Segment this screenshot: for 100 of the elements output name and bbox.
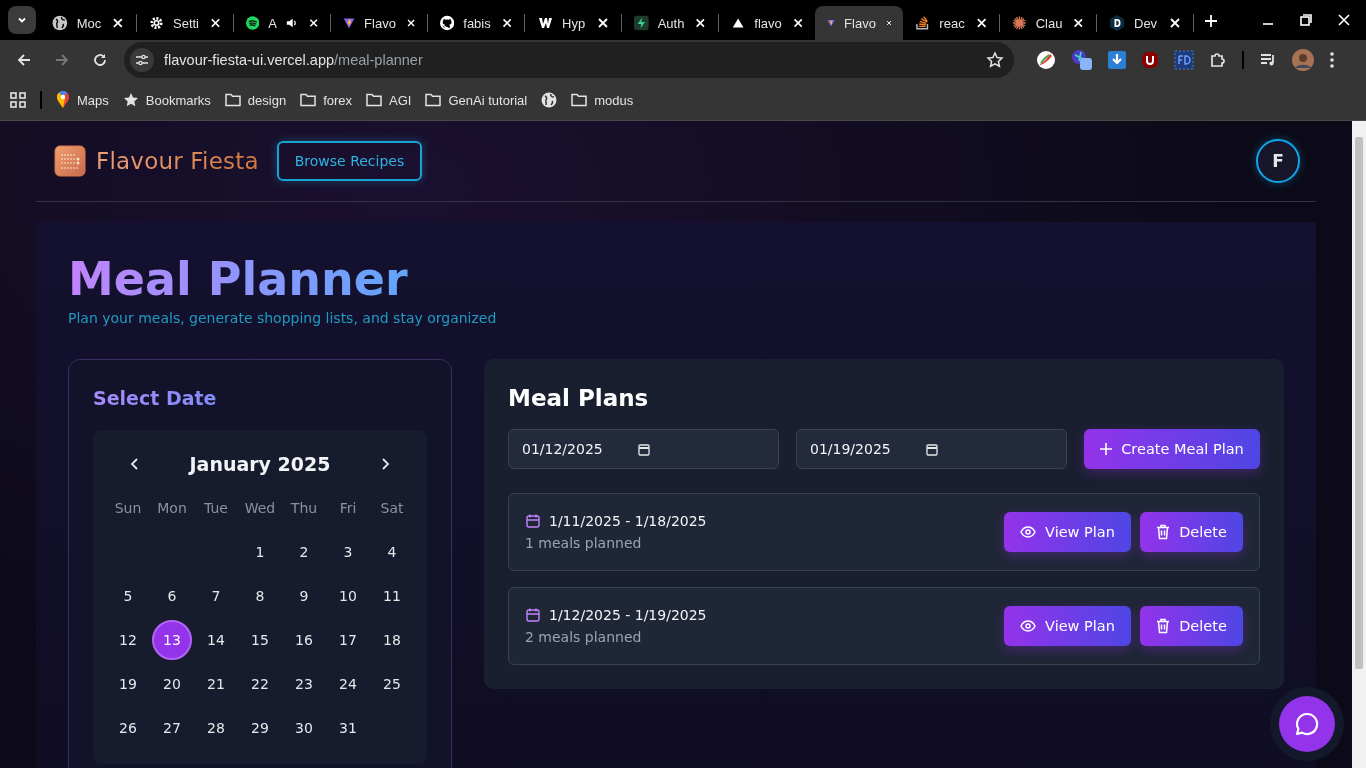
weekday-label: Sun (114, 500, 142, 516)
close-icon[interactable] (1338, 14, 1350, 26)
delete-button[interactable]: Delete (1140, 606, 1243, 646)
delete-button[interactable]: Delete (1140, 512, 1243, 552)
calendar-day[interactable]: 15 (240, 620, 280, 660)
calendar-day[interactable]: 30 (284, 708, 324, 748)
calendar-day[interactable]: 19 (108, 664, 148, 704)
browser-tab[interactable]: Moc (40, 6, 136, 40)
folder-icon (300, 93, 317, 107)
calendar-day[interactable]: 3 (328, 532, 368, 572)
browser-tab[interactable]: Flavo (815, 6, 903, 40)
new-tab-icon[interactable] (1204, 14, 1218, 28)
calendar-day[interactable]: 11 (372, 576, 412, 616)
browser-tab[interactable]: fabis (428, 6, 524, 40)
trash-icon (1156, 524, 1171, 540)
globe-icon (52, 15, 68, 31)
tab-title: A (268, 15, 277, 31)
calendar-day[interactable]: 12 (108, 620, 148, 660)
calendar-day[interactable]: 16 (284, 620, 324, 660)
forward-icon[interactable] (54, 52, 70, 68)
browser-tab[interactable]: reac (903, 6, 999, 40)
back-icon[interactable] (16, 52, 32, 68)
bookmark-item[interactable]: modus (571, 92, 634, 108)
gear-icon (149, 15, 164, 31)
browser-tab[interactable]: Flavo (331, 6, 427, 40)
calendar-day[interactable]: 29 (240, 708, 280, 748)
calendar-day[interactable]: 7 (196, 576, 236, 616)
calendar-day[interactable]: 1 (240, 532, 280, 572)
bolt-icon (634, 15, 649, 31)
calendar-day[interactable]: 4 (372, 532, 412, 572)
restore-icon[interactable] (1300, 14, 1312, 26)
weekday-label: Wed (244, 500, 276, 516)
music-logo-icon (246, 15, 260, 31)
month-label: January 2025 (189, 453, 331, 475)
view-plan-button[interactable]: View Plan (1004, 606, 1131, 646)
calendar-day[interactable]: 26 (108, 708, 148, 748)
bookmark-item[interactable]: AGI (366, 92, 412, 108)
calendar-day[interactable]: 23 (284, 664, 324, 704)
browser-tab[interactable]: Setti (137, 6, 233, 40)
view-plan-button[interactable]: View Plan (1004, 512, 1131, 552)
profile-avatar-icon[interactable] (1292, 49, 1314, 71)
more-menu-icon[interactable] (1329, 51, 1335, 69)
bookmark-star-icon[interactable] (986, 51, 1004, 69)
shield-icon[interactable] (1141, 51, 1159, 69)
browse-recipes-button[interactable]: Browse Recipes (276, 141, 423, 181)
bookmark-item[interactable]: Maps (56, 91, 109, 109)
calendar-day[interactable]: 22 (240, 664, 280, 704)
create-meal-plan-button[interactable]: Create Meal Plan (1084, 429, 1260, 469)
bookmark-item[interactable]: Bookmarks (122, 92, 211, 108)
address-bar[interactable]: flavour-fiesta-ui.vercel.app/meal-planner (124, 42, 1014, 78)
calendar-day[interactable]: 5 (108, 576, 148, 616)
calendar-day[interactable]: 9 (284, 576, 324, 616)
tab-title: Hyp (562, 15, 586, 31)
logo-icon (54, 145, 86, 177)
globe-icon[interactable] (541, 92, 558, 108)
dashed-square-icon[interactable] (1174, 50, 1194, 70)
calendar-day[interactable]: 14 (196, 620, 236, 660)
apps-grid-icon[interactable] (10, 92, 26, 108)
calendar-day[interactable]: 6 (152, 576, 192, 616)
calendar-day[interactable]: 17 (328, 620, 368, 660)
browser-tab[interactable]: Dev (1097, 6, 1193, 40)
meal-count: 2 meals planned (525, 629, 643, 645)
tab-title: Setti (173, 15, 199, 31)
calendar-day[interactable]: 8 (240, 576, 280, 616)
calendar-day[interactable]: 10 (328, 576, 368, 616)
date-range: 1/11/2025 - 1/18/2025 (549, 513, 707, 529)
calendar-day[interactable]: 20 (152, 664, 192, 704)
calendar-day[interactable]: 2 (284, 532, 324, 572)
calendar-day[interactable]: 18 (372, 620, 412, 660)
tab-title: fabis (463, 15, 491, 31)
calendar-day[interactable]: 24 (328, 664, 368, 704)
letter-logo-icon (1109, 15, 1125, 31)
folder-icon (366, 93, 383, 107)
weekday-label: Tue (204, 500, 228, 516)
date-field[interactable]: 01/12/2025 (508, 429, 779, 469)
calendar-day[interactable]: 25 (372, 664, 412, 704)
browser-tab[interactable]: A (234, 6, 330, 40)
calendar-day[interactable]: 21 (196, 664, 236, 704)
calendar-day[interactable]: 31 (328, 708, 368, 748)
calendar-day[interactable]: 27 (152, 708, 192, 748)
bookmark-item[interactable]: GenAi tutorial (425, 92, 528, 108)
browser-tab[interactable]: Auth (622, 6, 718, 40)
reload-icon[interactable] (92, 52, 108, 68)
user-avatar[interactable]: F (1256, 139, 1300, 183)
browser-tab[interactable]: Clau (1000, 6, 1096, 40)
browser-tab[interactable]: flavo (719, 6, 815, 40)
date-field[interactable]: 01/19/2025 (796, 429, 1067, 469)
weekday-label: Thu (290, 500, 318, 516)
calendar-day[interactable]: 13 (152, 620, 192, 660)
scrollbar[interactable] (1352, 121, 1366, 768)
puzzle-icon[interactable] (1209, 51, 1227, 69)
stack-icon (915, 15, 931, 31)
bookmark-item[interactable]: design (224, 92, 287, 108)
extension-icon[interactable] (1071, 49, 1093, 71)
site-settings-icon[interactable] (130, 48, 154, 72)
bookmark-item[interactable]: forex (300, 92, 353, 108)
calendar-day[interactable]: 28 (196, 708, 236, 748)
extension-icon[interactable] (1036, 50, 1056, 70)
browser-tab[interactable]: Hyp (525, 6, 621, 40)
tab-search-button[interactable] (8, 6, 36, 34)
